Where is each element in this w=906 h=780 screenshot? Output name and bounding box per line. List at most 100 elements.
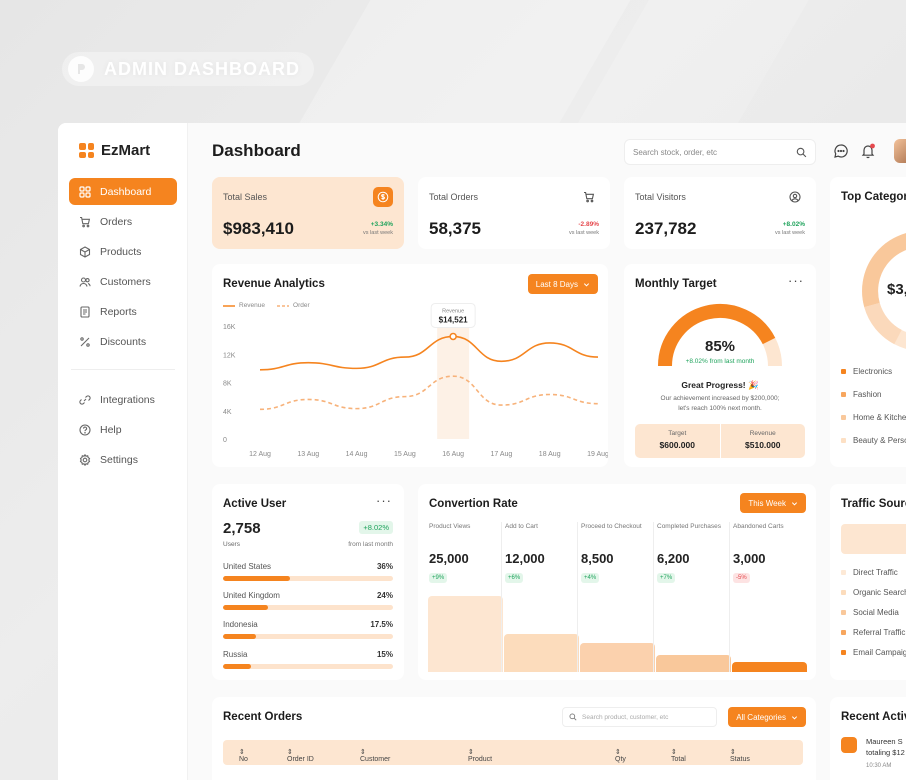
active-user-change-sub: from last month	[348, 541, 393, 548]
column-header[interactable]: Order ID ⇕	[287, 748, 314, 763]
more-options-icon[interactable]: ···	[788, 273, 804, 288]
column-header[interactable]: Status ⇕	[730, 748, 750, 763]
stat-change: +3.34%	[370, 221, 393, 228]
dropdown-label: This Week	[748, 498, 786, 508]
y-tick-label: 12K	[223, 352, 236, 359]
stat-sub: vs last week	[775, 230, 805, 236]
category-dropdown[interactable]: All Categories	[728, 707, 806, 727]
conversion-stage: Add to Cart 12,000 +6%	[505, 522, 579, 584]
cart-icon	[80, 216, 91, 227]
stage-change: +4%	[581, 573, 600, 583]
dropdown-label: All Categories	[736, 712, 786, 722]
x-tick-label: 15 Aug	[394, 451, 416, 458]
bell-icon[interactable]	[860, 143, 876, 159]
sidebar-item-reports[interactable]: Reports	[69, 298, 177, 325]
revenue-box: Revenue $510.000	[745, 430, 781, 450]
sidebar-item-label: Products	[100, 245, 142, 258]
admin-dashboard-banner: ADMIN DASHBOARD	[62, 52, 314, 86]
cart-icon	[579, 187, 599, 207]
column-header[interactable]: Customer ⇕	[360, 748, 390, 763]
box-icon	[79, 245, 91, 258]
sidebar-nav: Dashboard Orders Products Customers Repo…	[69, 178, 177, 476]
activity-text: totaling $12	[866, 748, 905, 757]
x-tick-label: 19 Aug	[587, 451, 608, 458]
sidebar-item-label: Settings	[100, 453, 138, 466]
column-header[interactable]: Product ⇕	[468, 748, 492, 763]
column-divider	[577, 522, 578, 672]
funnel-bar	[732, 662, 807, 672]
report-icon	[80, 305, 90, 318]
target-summary: Target $600.000 Revenue $510.000	[635, 424, 805, 458]
stage-change: -5%	[733, 573, 750, 583]
search-input[interactable]: Search stock, order, etc	[624, 139, 816, 165]
x-tick-label: 13 Aug	[297, 451, 319, 458]
sidebar-item-label: Dashboard	[100, 185, 152, 198]
column-divider	[653, 522, 654, 672]
orders-table-header: No ⇕ Order ID ⇕ Customer ⇕ Product ⇕ Qty…	[223, 740, 803, 765]
active-user-change: +8.02%	[359, 521, 393, 534]
activity-time: 10:30 AM	[866, 763, 892, 769]
recent-activity-card: Recent Activity Maureen S totaling $12 1…	[830, 697, 906, 780]
orders-search-input[interactable]: Search product, customer, etc	[562, 707, 717, 727]
stage-change: +6%	[505, 573, 524, 583]
active-user-count: 2,758	[223, 520, 261, 537]
legend-item: Email Campaign	[841, 648, 906, 657]
card-title: Recent Activity	[841, 711, 906, 723]
gear-icon	[79, 453, 91, 466]
country-row: United States 36%	[223, 562, 393, 581]
y-tick-label: 16K	[223, 324, 236, 331]
sidebar-item-products[interactable]: Products	[69, 238, 177, 265]
revenue-line-chart: 16K 12K 8K 4K 0 12 Aug 13 Aug 14 Aug 15 Aug 16 Au…	[223, 302, 608, 458]
stat-value: 58,375	[429, 219, 481, 238]
app-logo[interactable]: EzMart	[79, 142, 150, 159]
card-title: Convertion Rate	[429, 498, 518, 510]
banner-logo-icon	[68, 56, 94, 82]
page-title: Dashboard	[212, 141, 301, 160]
week-dropdown[interactable]: This Week	[740, 493, 806, 513]
stage-label: Abandoned Carts	[733, 523, 784, 530]
x-tick-label: 14 Aug	[346, 451, 368, 458]
sidebar-item-help[interactable]: Help	[69, 416, 177, 443]
stage-label: Product Views	[429, 523, 471, 530]
sidebar-item-settings[interactable]: Settings	[69, 446, 177, 473]
stat-card-total-sales: Total Sales $983,410 +3.34% vs last week	[212, 177, 404, 249]
chat-icon[interactable]	[833, 143, 849, 159]
sidebar-item-customers[interactable]: Customers	[69, 268, 177, 295]
top-categories-card: Top Categories $3, Electronics Fashion H…	[830, 177, 906, 467]
card-title: Monthly Target	[635, 278, 717, 290]
sidebar-item-orders[interactable]: Orders	[69, 208, 177, 235]
dollar-icon	[373, 187, 393, 207]
conversion-stage: Completed Purchases 6,200 +7%	[657, 522, 731, 584]
stage-label: Completed Purchases	[657, 523, 721, 530]
stat-label: Total Sales	[223, 192, 268, 202]
order-series-line	[259, 375, 599, 411]
stage-value: 8,500	[581, 551, 614, 566]
stat-label: Total Visitors	[635, 192, 686, 202]
legend-item: Organic Search	[841, 588, 906, 597]
tooltip-label: Revenue	[442, 308, 464, 314]
sidebar-item-discounts[interactable]: Discounts	[69, 328, 177, 355]
card-title: Active User	[223, 498, 287, 510]
revenue-series-line	[259, 335, 599, 371]
y-tick-label: 4K	[223, 409, 232, 416]
legend-item: Fashion	[841, 390, 906, 399]
search-icon	[796, 147, 807, 157]
search-icon	[569, 713, 577, 721]
conversion-rate-card: Convertion Rate This Week Product Views 2…	[418, 484, 816, 680]
search-placeholder: Search stock, order, etc	[633, 147, 718, 157]
activity-text: Maureen S	[866, 737, 903, 746]
avatar[interactable]	[894, 139, 906, 163]
column-header[interactable]: No ⇕	[239, 748, 248, 763]
more-options-icon[interactable]: ···	[376, 493, 392, 508]
sidebar-item-label: Help	[100, 423, 122, 436]
sidebar-item-dashboard[interactable]: Dashboard	[69, 178, 177, 205]
country-row: Russia 15%	[223, 650, 393, 669]
target-desc: Our achievement increased by $200,000;	[660, 395, 780, 402]
column-header[interactable]: Qty ⇕	[615, 748, 626, 763]
traffic-legend: Direct Traffic Organic Search Social Med…	[841, 568, 906, 668]
sidebar-item-integrations[interactable]: Integrations	[69, 386, 177, 413]
country-row: United Kingdom 24%	[223, 591, 393, 610]
sidebar-item-label: Customers	[100, 275, 151, 288]
legend-item: Home & Kitchen	[841, 413, 906, 422]
column-header[interactable]: Total ⇕	[671, 748, 686, 763]
